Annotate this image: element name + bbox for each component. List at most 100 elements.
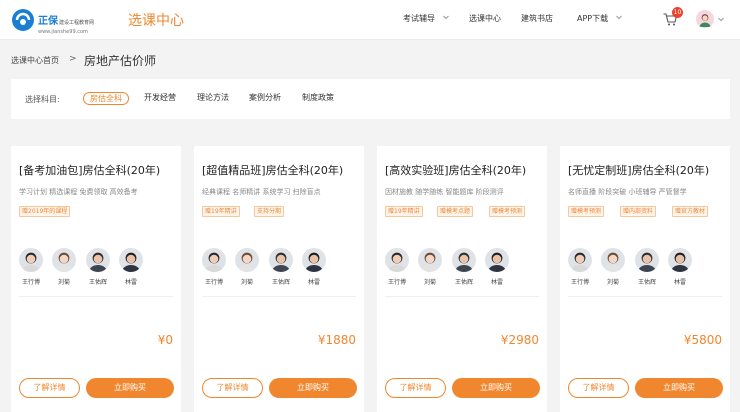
- teacher-photo: [52, 248, 76, 272]
- details-button[interactable]: 了解详情: [385, 378, 446, 398]
- teacher-photo: [202, 248, 226, 272]
- teacher-profile[interactable]: 林雷: [666, 248, 694, 286]
- course-title[interactable]: [无忧定制班]房估全科(20年): [568, 162, 709, 178]
- course-gift-tag: 赠模考预测: [568, 206, 605, 217]
- filter-option-case[interactable]: 案例分析: [249, 92, 281, 105]
- teacher-photo: [452, 248, 476, 272]
- chevron-down-icon: [443, 15, 449, 20]
- chevron-down-icon[interactable]: [717, 15, 725, 23]
- course-gift-tag: 支持分期: [254, 206, 285, 217]
- details-button[interactable]: 了解详情: [568, 378, 629, 398]
- course-gift-tag: 赠19年精讲: [202, 206, 240, 217]
- filter-option-theory[interactable]: 理论方法: [197, 92, 229, 105]
- filter-option-development[interactable]: 开发经营: [144, 92, 176, 105]
- filter-option-policy[interactable]: 制度政策: [302, 92, 334, 105]
- logo-name: 正保: [38, 16, 58, 27]
- filter-option-all[interactable]: 房估全科: [83, 92, 129, 105]
- course-title[interactable]: [高效实验班]房估全科(20年): [385, 162, 526, 178]
- course-title[interactable]: [超值精品班]房估全科(20年): [202, 162, 343, 178]
- course-title[interactable]: [备考加油包]房估全科(20年): [19, 162, 160, 178]
- teacher-photo: [385, 248, 409, 272]
- card-divider: [385, 296, 539, 297]
- user-avatar[interactable]: [696, 10, 714, 28]
- teacher-photo: [668, 248, 692, 272]
- nav-bookstore[interactable]: 建筑书店: [521, 13, 553, 24]
- logo-url: www.jianshe99.com: [38, 29, 88, 35]
- nav-course-center[interactable]: 选课中心: [469, 13, 501, 24]
- card-divider: [202, 296, 356, 297]
- buy-now-button[interactable]: 立即购买: [635, 378, 723, 398]
- buy-now-button[interactable]: 立即购买: [269, 378, 357, 398]
- nav-exam-tutoring[interactable]: 考试辅导: [403, 13, 435, 24]
- teacher-photo: [635, 248, 659, 272]
- teacher-profile[interactable]: 王行博: [383, 248, 411, 286]
- teacher-name: 刘菊: [240, 279, 253, 286]
- teacher-photo: [601, 248, 625, 272]
- teacher-profile[interactable]: 王佑辉: [267, 248, 295, 286]
- teacher-name: 王行博: [204, 279, 223, 286]
- filter-label: 选择科目:: [25, 95, 60, 104]
- course-card[interactable]: [高效实验班]房估全科(20年) 因材施教 随学随练 智能题库 阶段测评 赠19…: [377, 146, 547, 412]
- details-button[interactable]: 了解详情: [19, 378, 80, 398]
- teacher-profile[interactable]: 刘菊: [416, 248, 444, 286]
- teacher-photo: [568, 248, 592, 272]
- teacher-photo: [418, 248, 442, 272]
- teacher-photo: [119, 248, 143, 272]
- buy-now-button[interactable]: 立即购买: [86, 378, 174, 398]
- breadcrumb-home-link[interactable]: 选课中心首页: [11, 55, 59, 66]
- teacher-profile[interactable]: 王行博: [566, 248, 594, 286]
- teacher-name: 王行博: [387, 279, 406, 286]
- teacher-name: 林雷: [490, 279, 503, 286]
- subject-filter-bar: 选择科目: 房估全科 开发经营 理论方法 案例分析 制度政策: [11, 79, 730, 119]
- card-divider: [19, 296, 173, 297]
- teacher-photo: [86, 248, 110, 272]
- course-gift-tag: 赠19年精讲: [385, 206, 423, 217]
- logo-text[interactable]: 正保建设工程教育网 www.jianshe99.com: [38, 9, 94, 35]
- teacher-profile[interactable]: 刘菊: [233, 248, 261, 286]
- teacher-name: 王佑辉: [637, 279, 656, 286]
- teacher-photo: [485, 248, 509, 272]
- teacher-photo: [19, 248, 43, 272]
- teacher-name: 刘菊: [606, 279, 619, 286]
- teacher-name: 王行博: [570, 279, 589, 286]
- details-button[interactable]: 了解详情: [202, 378, 263, 398]
- teacher-profile[interactable]: 王佑辉: [633, 248, 661, 286]
- nav-app-download[interactable]: APP下载: [577, 13, 608, 24]
- course-price: ¥0: [157, 333, 173, 347]
- buy-now-button[interactable]: 立即购买: [452, 378, 540, 398]
- teacher-name: 刘菊: [423, 279, 436, 286]
- breadcrumb-current: 房地产估价师: [84, 54, 157, 68]
- page-app-title: 选课中心: [128, 13, 184, 29]
- teacher-profile[interactable]: 王佑辉: [450, 248, 478, 286]
- course-description: 经典课程 名师精讲 系统学习 扫除盲点: [202, 188, 321, 196]
- course-card[interactable]: [超值精品班]房估全科(20年) 经典课程 名师精讲 系统学习 扫除盲点 赠19…: [194, 146, 364, 412]
- teacher-profile[interactable]: 林雷: [483, 248, 511, 286]
- course-card[interactable]: [备考加油包]房估全科(20年) 学习计划 精选课程 免费领取 高效备考 赠20…: [11, 146, 181, 412]
- teacher-name: 刘菊: [57, 279, 70, 286]
- cart-count-badge: 10: [672, 7, 683, 18]
- teacher-profile[interactable]: 林雷: [117, 248, 145, 286]
- course-gift-tag: 赠内部资料: [620, 206, 657, 217]
- user-avatar-icon: [696, 10, 714, 28]
- course-price: ¥2980: [500, 333, 539, 347]
- teacher-profile[interactable]: 林雷: [300, 248, 328, 286]
- teacher-profile[interactable]: 刘菊: [599, 248, 627, 286]
- logo-tagline: 建设工程教育网: [59, 20, 95, 26]
- teacher-profile[interactable]: 刘菊: [50, 248, 78, 286]
- course-card[interactable]: [无忧定制班]房估全科(20年) 名师直播 阶段突破 小班辅导 严管督学 赠模考…: [560, 146, 730, 412]
- course-description: 学习计划 精选课程 免费领取 高效备考: [19, 188, 138, 196]
- chevron-down-icon: [616, 15, 622, 20]
- card-divider: [568, 296, 722, 297]
- course-price: ¥1880: [317, 333, 356, 347]
- teacher-profile[interactable]: 王行博: [200, 248, 228, 286]
- course-gift-tag: 赠2019年的课程: [19, 206, 71, 217]
- teacher-name: 王佑辉: [271, 279, 290, 286]
- course-description: 名师直播 阶段突破 小班辅导 严管督学: [568, 188, 687, 196]
- zhengbao-logo-icon[interactable]: [11, 8, 35, 32]
- teacher-name: 王行博: [21, 279, 40, 286]
- teacher-photo: [269, 248, 293, 272]
- top-header: 正保建设工程教育网 www.jianshe99.com 选课中心 考试辅导 选课…: [0, 0, 740, 40]
- teacher-profile[interactable]: 王行博: [17, 248, 45, 286]
- teacher-profile[interactable]: 王佑辉: [84, 248, 112, 286]
- teacher-photo: [235, 248, 259, 272]
